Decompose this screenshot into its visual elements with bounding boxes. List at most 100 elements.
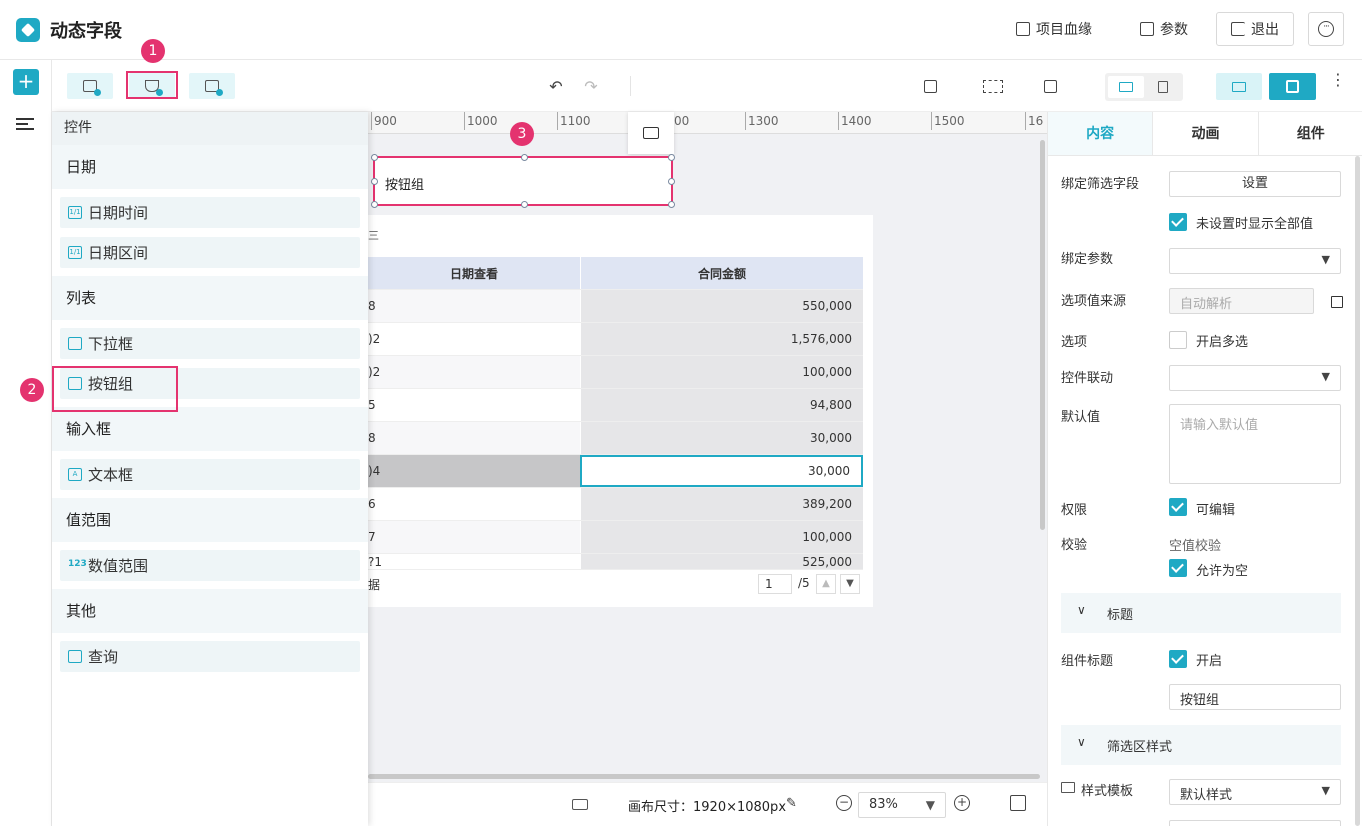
align-dropdown-button[interactable] [978, 74, 1008, 98]
canvas-vertical-scrollbar[interactable] [1040, 140, 1045, 530]
table-row[interactable]: 8 550,000 [368, 290, 863, 323]
clear-format-button[interactable] [918, 74, 942, 98]
zoom-select[interactable]: 83% ▼ [858, 792, 946, 818]
allow-empty-checkbox[interactable] [1169, 559, 1187, 577]
resize-handle[interactable] [371, 178, 378, 185]
editable-checkbox[interactable] [1169, 498, 1187, 516]
option-source-input[interactable]: 自动解析 [1169, 288, 1314, 314]
table-row[interactable]: 7 100,000 [368, 521, 863, 554]
toolbar-more-button[interactable]: ⋮ [1330, 72, 1346, 88]
fit-screen-icon[interactable] [1010, 795, 1026, 811]
copy-icon[interactable] [1331, 296, 1343, 308]
tab-content[interactable]: 内容 [1048, 112, 1154, 155]
widget-float-toolbar[interactable] [628, 112, 674, 154]
clear-format-icon [923, 79, 937, 93]
zoom-in-icon[interactable]: + [954, 795, 970, 811]
item-number-range[interactable]: 123 数值范围 [60, 550, 360, 581]
table-row[interactable]: )2 1,576,000 [368, 323, 863, 356]
dropdown-icon [68, 337, 82, 350]
resize-handle[interactable] [668, 178, 675, 185]
item-dropdown[interactable]: 下拉框 [60, 328, 360, 359]
edit-size-icon[interactable]: ✎ [786, 796, 797, 811]
undo-button[interactable]: ↶ [544, 74, 568, 98]
table-row[interactable]: 5 94,800 [368, 389, 863, 422]
show-all-checkbox[interactable] [1169, 213, 1187, 231]
calendar-range-icon: 1/1 [68, 246, 82, 259]
more-menu-button[interactable]: ··· [1308, 12, 1344, 46]
resize-handle[interactable] [371, 154, 378, 161]
keyboard-icon[interactable] [572, 799, 588, 810]
desktop-mode-button[interactable] [1108, 76, 1144, 98]
mobile-mode-button[interactable] [1146, 76, 1180, 98]
tab-animation[interactable]: 动画 [1153, 112, 1259, 155]
comp-title-checkbox[interactable] [1169, 650, 1187, 668]
column-header[interactable]: 日期查看 [368, 257, 580, 289]
resize-handle[interactable] [521, 201, 528, 208]
table-row[interactable]: )2 100,000 [368, 356, 863, 389]
ruler-tick: 00 [670, 112, 690, 130]
multi-select-checkbox[interactable] [1169, 331, 1187, 349]
save-button[interactable] [1269, 73, 1316, 100]
options-label: 选项 [1061, 335, 1088, 350]
comp-title-input[interactable]: 按钮组 [1169, 684, 1341, 710]
resize-handle[interactable] [668, 154, 675, 161]
properties-scrollbar[interactable] [1355, 156, 1360, 826]
tablet-icon [1158, 81, 1168, 93]
group-input: 输入框 [52, 407, 368, 451]
ruler-tick: 1100 [557, 112, 591, 130]
add-component-icon[interactable]: + [13, 69, 39, 95]
filter-style-section-header[interactable]: ∨ 筛选区样式 [1061, 725, 1341, 765]
data-table-widget[interactable]: 三 日期查看 合同金额 8 550,000 )2 1,576,000 )2 100,0… [368, 215, 873, 607]
resize-handle[interactable] [668, 201, 675, 208]
exit-button[interactable]: 退出 [1216, 12, 1294, 46]
insert-text-button[interactable] [189, 73, 235, 99]
validate-label: 校验 [1061, 538, 1088, 553]
table-cell: 525,000 [580, 554, 863, 569]
table-cell: )2 [368, 356, 580, 388]
default-value-textarea[interactable]: 请输入默认值 [1169, 404, 1341, 484]
linkage-select[interactable]: ▼ [1169, 365, 1341, 391]
table-cell: 1,576,000 [580, 323, 863, 355]
table-row[interactable]: 8 30,000 [368, 422, 863, 455]
redo-button[interactable]: ↷ [579, 74, 603, 98]
lineage-icon [1016, 22, 1030, 36]
bind-filter-button[interactable]: 设置 [1169, 171, 1341, 197]
resize-handle[interactable] [371, 201, 378, 208]
item-query[interactable]: 查询 [60, 641, 360, 672]
item-textbox[interactable]: A 文本框 [60, 459, 360, 490]
group-list: 列表 [52, 276, 368, 320]
params-button[interactable]: 参数 [1140, 12, 1188, 46]
project-lineage-button[interactable]: 项目血缘 [1016, 12, 1092, 46]
item-datetime[interactable]: 1/1 日期时间 [60, 197, 360, 228]
insert-chart-button[interactable] [67, 73, 113, 99]
column-header[interactable]: 合同金额 [580, 257, 863, 289]
tab-component[interactable]: 组件 [1258, 112, 1362, 155]
layer-settings-button[interactable] [1038, 74, 1062, 98]
title-section-header[interactable]: ∨ 标题 [1061, 593, 1341, 633]
zoom-out-icon[interactable]: − [836, 795, 852, 811]
table-cell-selected[interactable]: 30,000 [580, 455, 863, 487]
chevron-down-icon: ∨ [1077, 603, 1086, 617]
bind-param-select[interactable]: ▼ [1169, 248, 1341, 274]
preview-button[interactable] [1216, 73, 1262, 100]
button-group-widget[interactable]: 按钮组 [371, 154, 675, 208]
bind-filter-label: 绑定筛选字段 [1061, 177, 1140, 192]
component-panel: 控件 日期 1/1 日期时间 1/1 日期区间 列表 下拉框 按钮组 输入框 A 文本… [52, 112, 368, 826]
table-row[interactable]: ?1 525,000 [368, 554, 863, 570]
style-template-select[interactable]: 默认样式 ▼ [1169, 779, 1341, 805]
page-prev-button[interactable]: ▲ [816, 574, 836, 594]
canvas-horizontal-scrollbar[interactable] [368, 774, 1040, 779]
table-row[interactable]: 6 389,200 [368, 488, 863, 521]
chart-add-icon [83, 80, 101, 96]
chevron-down-icon: ▼ [1321, 370, 1330, 383]
page-next-button[interactable]: ▼ [840, 574, 860, 594]
item-daterange[interactable]: 1/1 日期区间 [60, 237, 360, 268]
table-row-selected[interactable]: )4 30,000 [368, 455, 863, 488]
page-number-input[interactable]: 1 [758, 574, 792, 594]
table-cell: 7 [368, 521, 580, 553]
resize-handle[interactable] [521, 154, 528, 161]
outline-list-icon[interactable] [16, 118, 34, 132]
panel-title: 控件 [52, 112, 368, 145]
linkage-label: 控件联动 [1061, 371, 1114, 386]
query-icon [68, 650, 82, 663]
